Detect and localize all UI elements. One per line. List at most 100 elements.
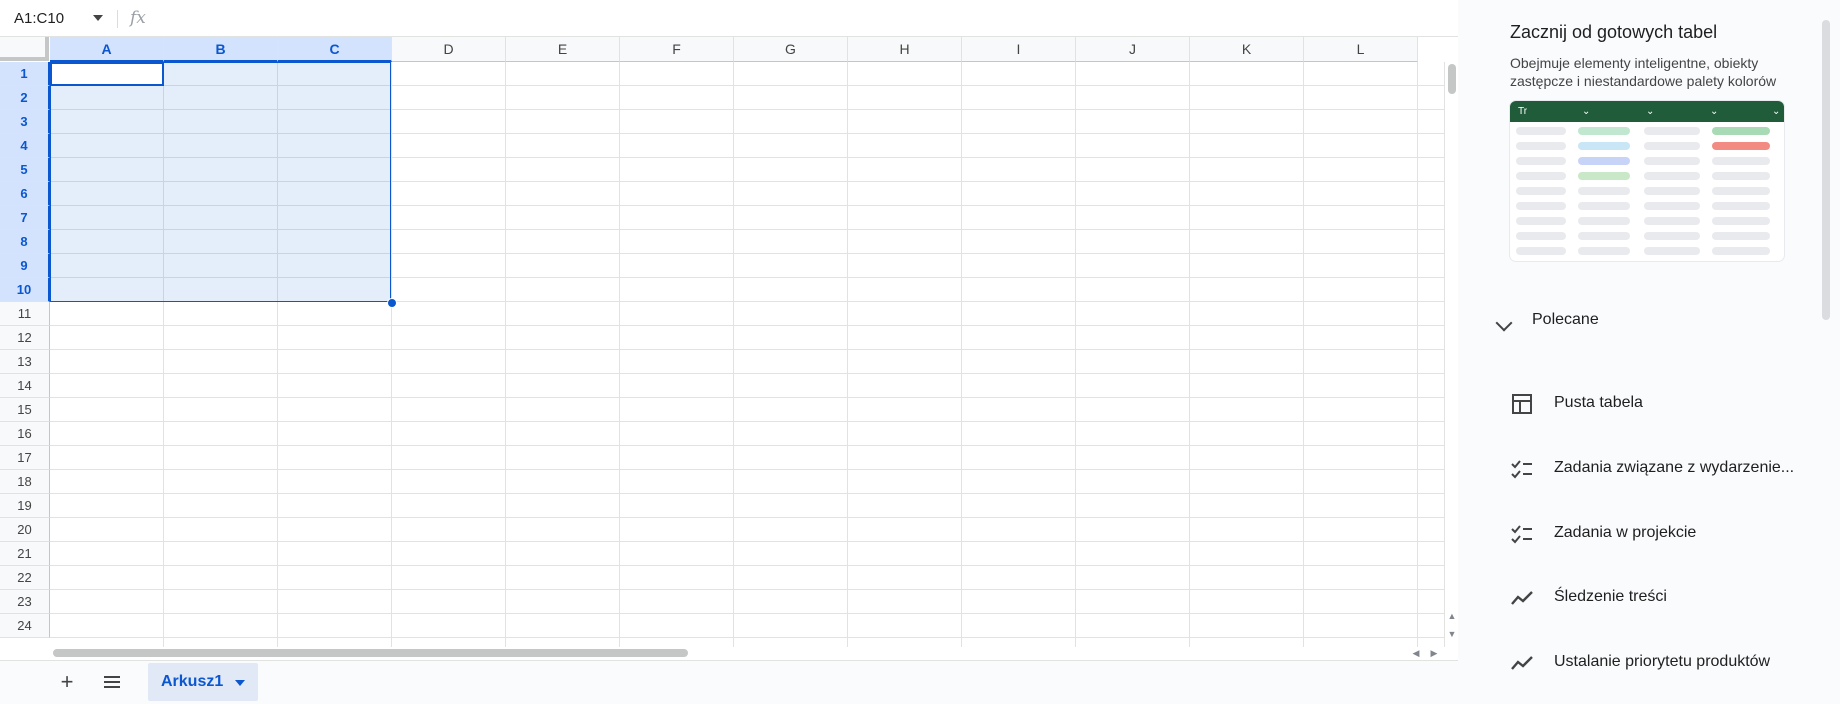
formula-bar: A1:C10 fx bbox=[0, 0, 1458, 37]
row-header-18[interactable]: 18 bbox=[0, 470, 50, 494]
preview-row bbox=[1516, 247, 1778, 255]
column-header-j[interactable]: J bbox=[1076, 37, 1190, 62]
row-header-6[interactable]: 6 bbox=[0, 182, 50, 206]
column-header-c[interactable]: C bbox=[278, 37, 392, 62]
template-item[interactable]: Śledzenie treści bbox=[1510, 584, 1830, 612]
template-item[interactable]: Ustalanie priorytetu produktów bbox=[1510, 649, 1830, 677]
preview-row bbox=[1516, 202, 1778, 210]
row-header-5[interactable]: 5 bbox=[0, 158, 50, 182]
fill-handle[interactable] bbox=[387, 298, 397, 308]
row-header-20[interactable]: 20 bbox=[0, 518, 50, 542]
column-header-k[interactable]: K bbox=[1190, 37, 1304, 62]
panel-subtitle: Obejmuje elementy inteligentne, obiekty … bbox=[1510, 55, 1777, 89]
preview-cell bbox=[1712, 127, 1770, 135]
row-header-23[interactable]: 23 bbox=[0, 590, 50, 614]
preview-cell bbox=[1578, 142, 1630, 150]
template-item-label: Zadania w projekcie bbox=[1554, 524, 1697, 541]
preview-row bbox=[1516, 172, 1778, 180]
row-header-17[interactable]: 17 bbox=[0, 446, 50, 470]
row-header-11[interactable]: 11 bbox=[0, 302, 50, 326]
scroll-right-button[interactable]: ▶ bbox=[1428, 647, 1440, 659]
active-cell[interactable] bbox=[50, 62, 164, 86]
vertical-scroll-thumb[interactable] bbox=[1448, 64, 1456, 94]
column-header-h[interactable]: H bbox=[848, 37, 962, 62]
preview-cell bbox=[1644, 232, 1700, 240]
column-header-f[interactable]: F bbox=[620, 37, 734, 62]
preview-cell bbox=[1516, 142, 1566, 150]
preview-header-label: Tr bbox=[1518, 106, 1528, 117]
row-header-9[interactable]: 9 bbox=[0, 254, 50, 278]
preview-header: Tr ⌄ ⌄ ⌄ ⌄ bbox=[1510, 101, 1784, 122]
preview-cell bbox=[1516, 127, 1566, 135]
preview-cell bbox=[1516, 172, 1566, 180]
row-header-22[interactable]: 22 bbox=[0, 566, 50, 590]
template-item[interactable]: Zadania w projekcie bbox=[1510, 520, 1830, 548]
column-header-b[interactable]: B bbox=[164, 37, 278, 62]
name-box-dropdown-icon[interactable] bbox=[93, 15, 103, 21]
row-header-21[interactable]: 21 bbox=[0, 542, 50, 566]
preview-header-dropdown-icon: ⌄ bbox=[1772, 106, 1781, 117]
preview-cell bbox=[1578, 172, 1630, 180]
row-header-3[interactable]: 3 bbox=[0, 110, 50, 134]
formula-separator bbox=[117, 10, 118, 28]
preview-cell bbox=[1578, 217, 1630, 225]
name-box-value: A1:C10 bbox=[14, 9, 65, 27]
scroll-left-button[interactable]: ◀ bbox=[1410, 647, 1422, 659]
function-icon: fx bbox=[130, 8, 146, 28]
row-header-16[interactable]: 16 bbox=[0, 422, 50, 446]
horizontal-scrollbar[interactable]: ◀ ▶ bbox=[50, 647, 1444, 659]
all-sheets-button[interactable] bbox=[100, 669, 126, 695]
add-sheet-button[interactable]: + bbox=[54, 669, 80, 695]
row-header-7[interactable]: 7 bbox=[0, 206, 50, 230]
vertical-scrollbar[interactable]: ▲ ▼ bbox=[1444, 62, 1459, 647]
sheet-bar: + Arkusz1 bbox=[0, 660, 1458, 704]
template-item[interactable]: Pusta tabela bbox=[1510, 390, 1830, 418]
row-header-4[interactable]: 4 bbox=[0, 134, 50, 158]
sheet-tab-arkusz1[interactable]: Arkusz1 bbox=[148, 663, 258, 701]
preview-cell bbox=[1578, 247, 1630, 255]
template-item-label: Zadania związane z wydarzenie... bbox=[1554, 459, 1795, 476]
preview-cell bbox=[1712, 217, 1770, 225]
preview-cell bbox=[1644, 247, 1700, 255]
preview-cell bbox=[1644, 127, 1700, 135]
template-item[interactable]: Zadania związane z wydarzenie... bbox=[1510, 455, 1830, 483]
template-item-label: Pusta tabela bbox=[1554, 394, 1643, 411]
column-header-i[interactable]: I bbox=[962, 37, 1076, 62]
row-header-14[interactable]: 14 bbox=[0, 374, 50, 398]
preview-cell bbox=[1516, 217, 1566, 225]
row-header-13[interactable]: 13 bbox=[0, 350, 50, 374]
preview-cell bbox=[1578, 232, 1630, 240]
row-header-24[interactable]: 24 bbox=[0, 614, 50, 638]
name-box[interactable]: A1:C10 bbox=[0, 0, 112, 36]
row-header-8[interactable]: 8 bbox=[0, 230, 50, 254]
row-header-1[interactable]: 1 bbox=[0, 62, 50, 86]
scroll-down-button[interactable]: ▼ bbox=[1447, 628, 1457, 640]
preview-cell bbox=[1712, 187, 1770, 195]
row-header-12[interactable]: 12 bbox=[0, 326, 50, 350]
column-header-g[interactable]: G bbox=[734, 37, 848, 62]
preview-cell bbox=[1712, 232, 1770, 240]
table-preview-image[interactable]: Tr ⌄ ⌄ ⌄ ⌄ bbox=[1510, 101, 1784, 261]
scroll-up-button[interactable]: ▲ bbox=[1447, 610, 1457, 622]
row-header-19[interactable]: 19 bbox=[0, 494, 50, 518]
column-header-d[interactable]: D bbox=[392, 37, 506, 62]
row-header-15[interactable]: 15 bbox=[0, 398, 50, 422]
select-all-corner[interactable] bbox=[0, 37, 49, 61]
preview-row bbox=[1516, 232, 1778, 240]
row-header-10[interactable]: 10 bbox=[0, 278, 50, 302]
column-header-l[interactable]: L bbox=[1304, 37, 1418, 62]
row-header-2[interactable]: 2 bbox=[0, 86, 50, 110]
column-header-e[interactable]: E bbox=[506, 37, 620, 62]
tables-side-panel: Zacznij od gotowych tabel Obejmuje eleme… bbox=[1458, 0, 1840, 704]
preview-header-dropdown-icon: ⌄ bbox=[1710, 106, 1719, 117]
sheet-tab-menu-icon[interactable] bbox=[235, 680, 245, 686]
preview-row bbox=[1516, 187, 1778, 195]
column-header-a[interactable]: A bbox=[50, 37, 164, 62]
preview-cell bbox=[1644, 157, 1700, 165]
preview-cell bbox=[1712, 172, 1770, 180]
panel-scrollbar[interactable] bbox=[1822, 20, 1830, 320]
preview-cell bbox=[1644, 202, 1700, 210]
template-item-label: Ustalanie priorytetu produktów bbox=[1554, 653, 1771, 670]
trend-icon bbox=[1510, 586, 1534, 610]
horizontal-scroll-thumb[interactable] bbox=[53, 649, 688, 657]
